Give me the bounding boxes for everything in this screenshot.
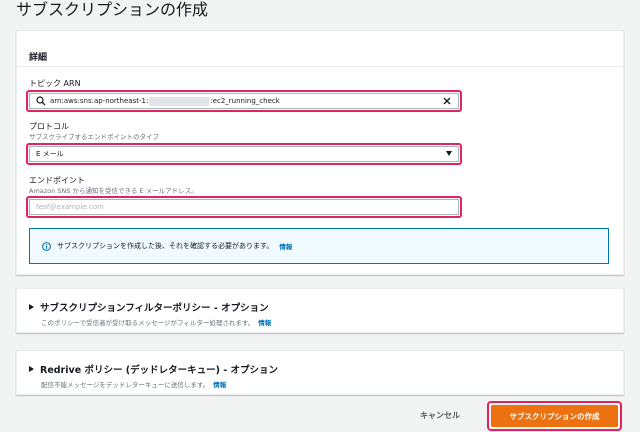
topic-arn-input[interactable]: arn:aws:sns:ap-northeast-1: :ec2_running… bbox=[29, 93, 459, 109]
info-icon bbox=[42, 241, 51, 251]
page-title: サブスクリプションの作成 bbox=[16, 0, 209, 19]
cancel-button[interactable]: キャンセル bbox=[420, 410, 460, 421]
filter-policy-info-link[interactable]: 情報 bbox=[258, 319, 271, 327]
filter-policy-description: このポリシーで受信者が受け取るメッセージがフィルター処理されます。 情報 bbox=[41, 317, 271, 327]
details-heading: 詳細 bbox=[29, 53, 48, 63]
info-alert: サブスクリプションを作成した後、それを確認する必要があります。 情報 bbox=[29, 228, 609, 264]
protocol-value: E メール bbox=[36, 150, 64, 158]
redrive-policy-description: 配信不能メッセージをデッドレターキューに送信します。 情報 bbox=[41, 379, 226, 389]
protocol-description: サブスクライブするエンドポイントのタイプ bbox=[29, 133, 159, 141]
expand-triangle-icon bbox=[29, 366, 34, 372]
topic-arn-label: トピック ARN bbox=[29, 79, 81, 88]
redrive-policy-sub: 配信不能メッセージをデッドレターキューに送信します。 bbox=[41, 381, 210, 389]
protocol-select[interactable]: E メール bbox=[29, 146, 459, 162]
filter-policy-sub: このポリシーで受信者が受け取るメッセージがフィルター処理されます。 bbox=[41, 319, 255, 327]
filter-policy-title: サブスクリプションフィルターポリシー - オプション bbox=[40, 303, 269, 314]
filter-policy-toggle[interactable]: サブスクリプションフィルターポリシー - オプション bbox=[29, 300, 269, 314]
endpoint-description: Amazon SNS から通知を受信できる E メールアドレス。 bbox=[29, 187, 198, 195]
filter-policy-panel[interactable]: サブスクリプションフィルターポリシー - オプション このポリシーで受信者が受け… bbox=[16, 288, 624, 333]
caret-down-icon bbox=[446, 151, 452, 156]
redrive-policy-panel[interactable]: Redrive ポリシー (デッドレターキュー) - オプション 配信不能メッセ… bbox=[16, 350, 624, 395]
redacted-account-id bbox=[149, 96, 210, 106]
topic-arn-suffix: :ec2_running_check bbox=[210, 97, 280, 105]
info-text: サブスクリプションを作成した後、それを確認する必要があります。 bbox=[57, 242, 274, 250]
details-header: 詳細 bbox=[17, 31, 623, 67]
topic-arn-prefix: arn:aws:sns:ap-northeast-1: bbox=[50, 97, 149, 105]
info-link[interactable]: 情報 bbox=[279, 241, 292, 251]
redrive-policy-toggle[interactable]: Redrive ポリシー (デッドレターキュー) - オプション bbox=[29, 362, 278, 376]
endpoint-placeholder: test@example.com bbox=[36, 203, 104, 211]
redrive-policy-info-link[interactable]: 情報 bbox=[213, 381, 226, 389]
endpoint-input[interactable]: test@example.com bbox=[29, 199, 459, 215]
topic-arn-value: arn:aws:sns:ap-northeast-1: :ec2_running… bbox=[50, 96, 280, 106]
details-panel: 詳細 トピック ARN arn:aws:sns:ap-northeast-1: … bbox=[16, 30, 624, 275]
expand-triangle-icon bbox=[29, 304, 34, 310]
redrive-policy-title: Redrive ポリシー (デッドレターキュー) - オプション bbox=[40, 365, 278, 376]
clear-icon[interactable] bbox=[442, 96, 452, 106]
search-icon bbox=[36, 96, 46, 106]
create-subscription-button[interactable]: サブスクリプションの作成 bbox=[491, 405, 618, 427]
